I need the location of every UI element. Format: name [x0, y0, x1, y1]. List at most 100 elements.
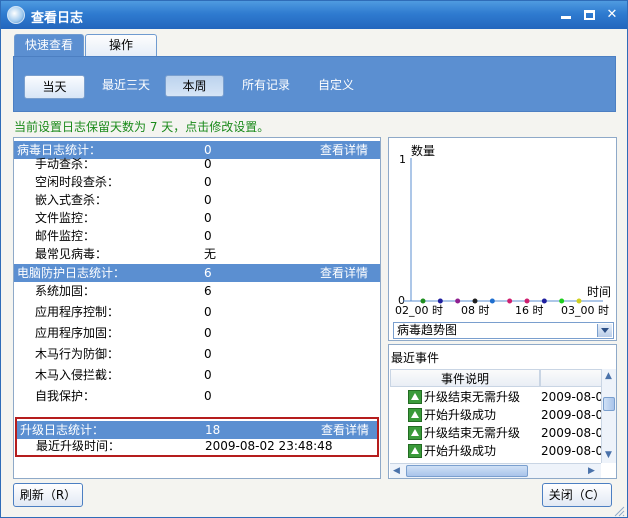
protect-stats-label: 电脑防护日志统计： — [17, 266, 126, 280]
chart-point — [559, 298, 565, 304]
stat-row: 木马入侵拦截： 0 — [14, 366, 380, 384]
stat-label: 最常见病毒： — [35, 247, 108, 261]
chart-type-value: 病毒趋势图 — [397, 323, 458, 337]
upgrade-arrow-icon — [408, 390, 422, 404]
retention-hint-link[interactable]: 当前设置日志保留天数为 7 天，点击修改设置。 — [14, 118, 269, 135]
stat-value: 0 — [204, 211, 212, 225]
stat-row: 最常见病毒： 无 — [14, 245, 380, 263]
stat-row: 应用程序加固： 0 — [14, 324, 380, 342]
stat-label: 最近升级时间： — [36, 439, 121, 453]
tab-operations[interactable]: 操作 — [85, 34, 157, 56]
horizontal-scroll-thumb[interactable] — [406, 465, 528, 477]
stat-value: 0 — [204, 175, 212, 189]
maximize-button[interactable] — [580, 6, 598, 24]
event-description: 升级结束无需升级 — [424, 390, 521, 404]
scroll-up-icon[interactable]: ▲ — [605, 370, 612, 382]
chart-type-select[interactable]: 病毒趋势图 — [393, 322, 614, 339]
stat-row: 木马行为防御： 0 — [14, 345, 380, 363]
scroll-right-icon[interactable]: ▶ — [588, 465, 595, 477]
upgrade-arrow-icon — [408, 444, 422, 458]
tab-quick-view[interactable]: 快速查看 — [14, 34, 84, 56]
events-vertical-scrollbar[interactable]: ▲ ▼ — [601, 369, 616, 463]
filter-this-week-button[interactable]: 本周 — [165, 75, 224, 97]
stat-label: 应用程序控制： — [35, 305, 120, 319]
scroll-left-icon[interactable]: ◀ — [393, 465, 400, 477]
statistics-panel: 病毒日志统计： 0 查看详情 手动查杀： 0 空闲时段查杀： 0 嵌入式查杀： 0 文… — [13, 137, 381, 479]
close-button[interactable]: 关闭（C） — [542, 483, 612, 507]
vertical-scroll-thumb[interactable] — [603, 397, 615, 411]
x-tick-label: 02_00 时 — [395, 304, 443, 317]
stat-value: 无 — [204, 247, 217, 261]
stat-row: 空闲时段查杀： 0 — [14, 173, 380, 191]
stat-label: 自我保护： — [35, 389, 96, 403]
refresh-button[interactable]: 刷新（R） — [13, 483, 83, 507]
stat-label: 空闲时段查杀： — [35, 175, 120, 189]
stat-label: 木马入侵拦截： — [35, 368, 120, 382]
y-tick-1: 1 — [399, 153, 406, 166]
stat-label: 手动查杀： — [35, 157, 96, 171]
stat-value: 0 — [204, 368, 212, 382]
chart-point — [541, 298, 547, 304]
stat-row: 系统加固： 6 — [14, 282, 380, 300]
stat-value: 6 — [204, 284, 212, 298]
filter-custom[interactable]: 自定义 — [310, 75, 362, 97]
events-horizontal-scrollbar[interactable]: ◀ ▶ — [390, 463, 601, 478]
minimize-icon — [561, 16, 571, 19]
x-tick-label: 08 时 — [461, 304, 490, 317]
stat-label: 文件监控： — [35, 211, 96, 225]
stat-value: 0 — [204, 347, 212, 361]
stat-row: 手动查杀： 0 — [14, 155, 380, 173]
stat-label: 嵌入式查杀： — [35, 193, 108, 207]
stat-value: 0 — [204, 326, 212, 340]
filter-banner: 当天 最近三天 本周 所有记录 自定义 — [13, 56, 616, 112]
shield-icon — [7, 6, 25, 24]
chevron-down-icon[interactable] — [597, 324, 612, 337]
protect-stats-header: 电脑防护日志统计： 6 查看详情 — [14, 264, 380, 282]
close-window-button[interactable]: ✕ — [603, 6, 621, 24]
filter-all-records[interactable]: 所有记录 — [235, 75, 297, 97]
chart-point — [489, 298, 495, 304]
chart-point — [524, 298, 530, 304]
stat-value: 0 — [204, 229, 212, 243]
log-viewer-window: 查看日志 ✕ 快速查看 操作 当天 最近三天 本周 所有记录 自定义 当前设置日… — [0, 0, 628, 518]
x-axis-label: 时间 — [587, 285, 611, 299]
filter-last-three-days[interactable]: 最近三天 — [94, 75, 158, 97]
protect-details-link[interactable]: 查看详情 — [320, 264, 368, 282]
scroll-down-icon[interactable]: ▼ — [605, 449, 612, 461]
upgrade-arrow-icon — [408, 426, 422, 440]
stat-label: 邮件监控： — [35, 229, 96, 243]
stat-row: 邮件监控： 0 — [14, 227, 380, 245]
chart-point — [472, 298, 478, 304]
stat-label: 木马行为防御： — [35, 347, 120, 361]
maximize-icon — [583, 10, 595, 20]
minimize-button[interactable] — [557, 6, 575, 24]
chart-point — [437, 298, 443, 304]
window-title: 查看日志 — [31, 11, 84, 26]
events-title: 最近事件 — [391, 351, 440, 365]
column-header-description[interactable]: 事件说明 — [390, 369, 540, 387]
chart-point — [420, 298, 426, 304]
stat-value: 0 — [204, 193, 212, 207]
upgrade-arrow-icon — [408, 408, 422, 422]
filter-today-button[interactable]: 当天 — [24, 75, 85, 99]
event-description: 开始升级成功 — [424, 408, 497, 422]
stat-label: 系统加固： — [35, 284, 96, 298]
stat-row: 应用程序控制： 0 — [14, 303, 380, 321]
chart-point — [455, 298, 461, 304]
chart-point — [576, 298, 582, 304]
resize-grip-icon[interactable] — [613, 505, 625, 517]
events-table: 事件说明 发 升级结束无需升级2009-08-02 开始升级成功2009-08-… — [390, 369, 616, 479]
x-tick-label: 03_00 时 — [561, 304, 609, 317]
stat-row: 自我保护： 0 — [14, 387, 380, 405]
close-icon: ✕ — [606, 7, 618, 22]
upgrade-highlight-box: 升级日志统计： 18 查看详情 最近升级时间： 2009-08-02 23:48… — [15, 417, 379, 457]
protect-stats-value: 6 — [204, 266, 212, 280]
event-description: 开始升级成功 — [424, 444, 497, 458]
stat-value: 2009-08-02 23:48:48 — [205, 439, 333, 453]
chart-point — [507, 298, 513, 304]
stat-value: 0 — [204, 389, 212, 403]
event-description: 升级结束无需升级 — [424, 426, 521, 440]
recent-events-panel: 最近事件 事件说明 发 升级结束无需升级2009-08-02 开始升级成功200… — [388, 344, 617, 479]
title-bar[interactable]: 查看日志 ✕ — [1, 1, 627, 29]
stat-label: 应用程序加固： — [35, 326, 120, 340]
